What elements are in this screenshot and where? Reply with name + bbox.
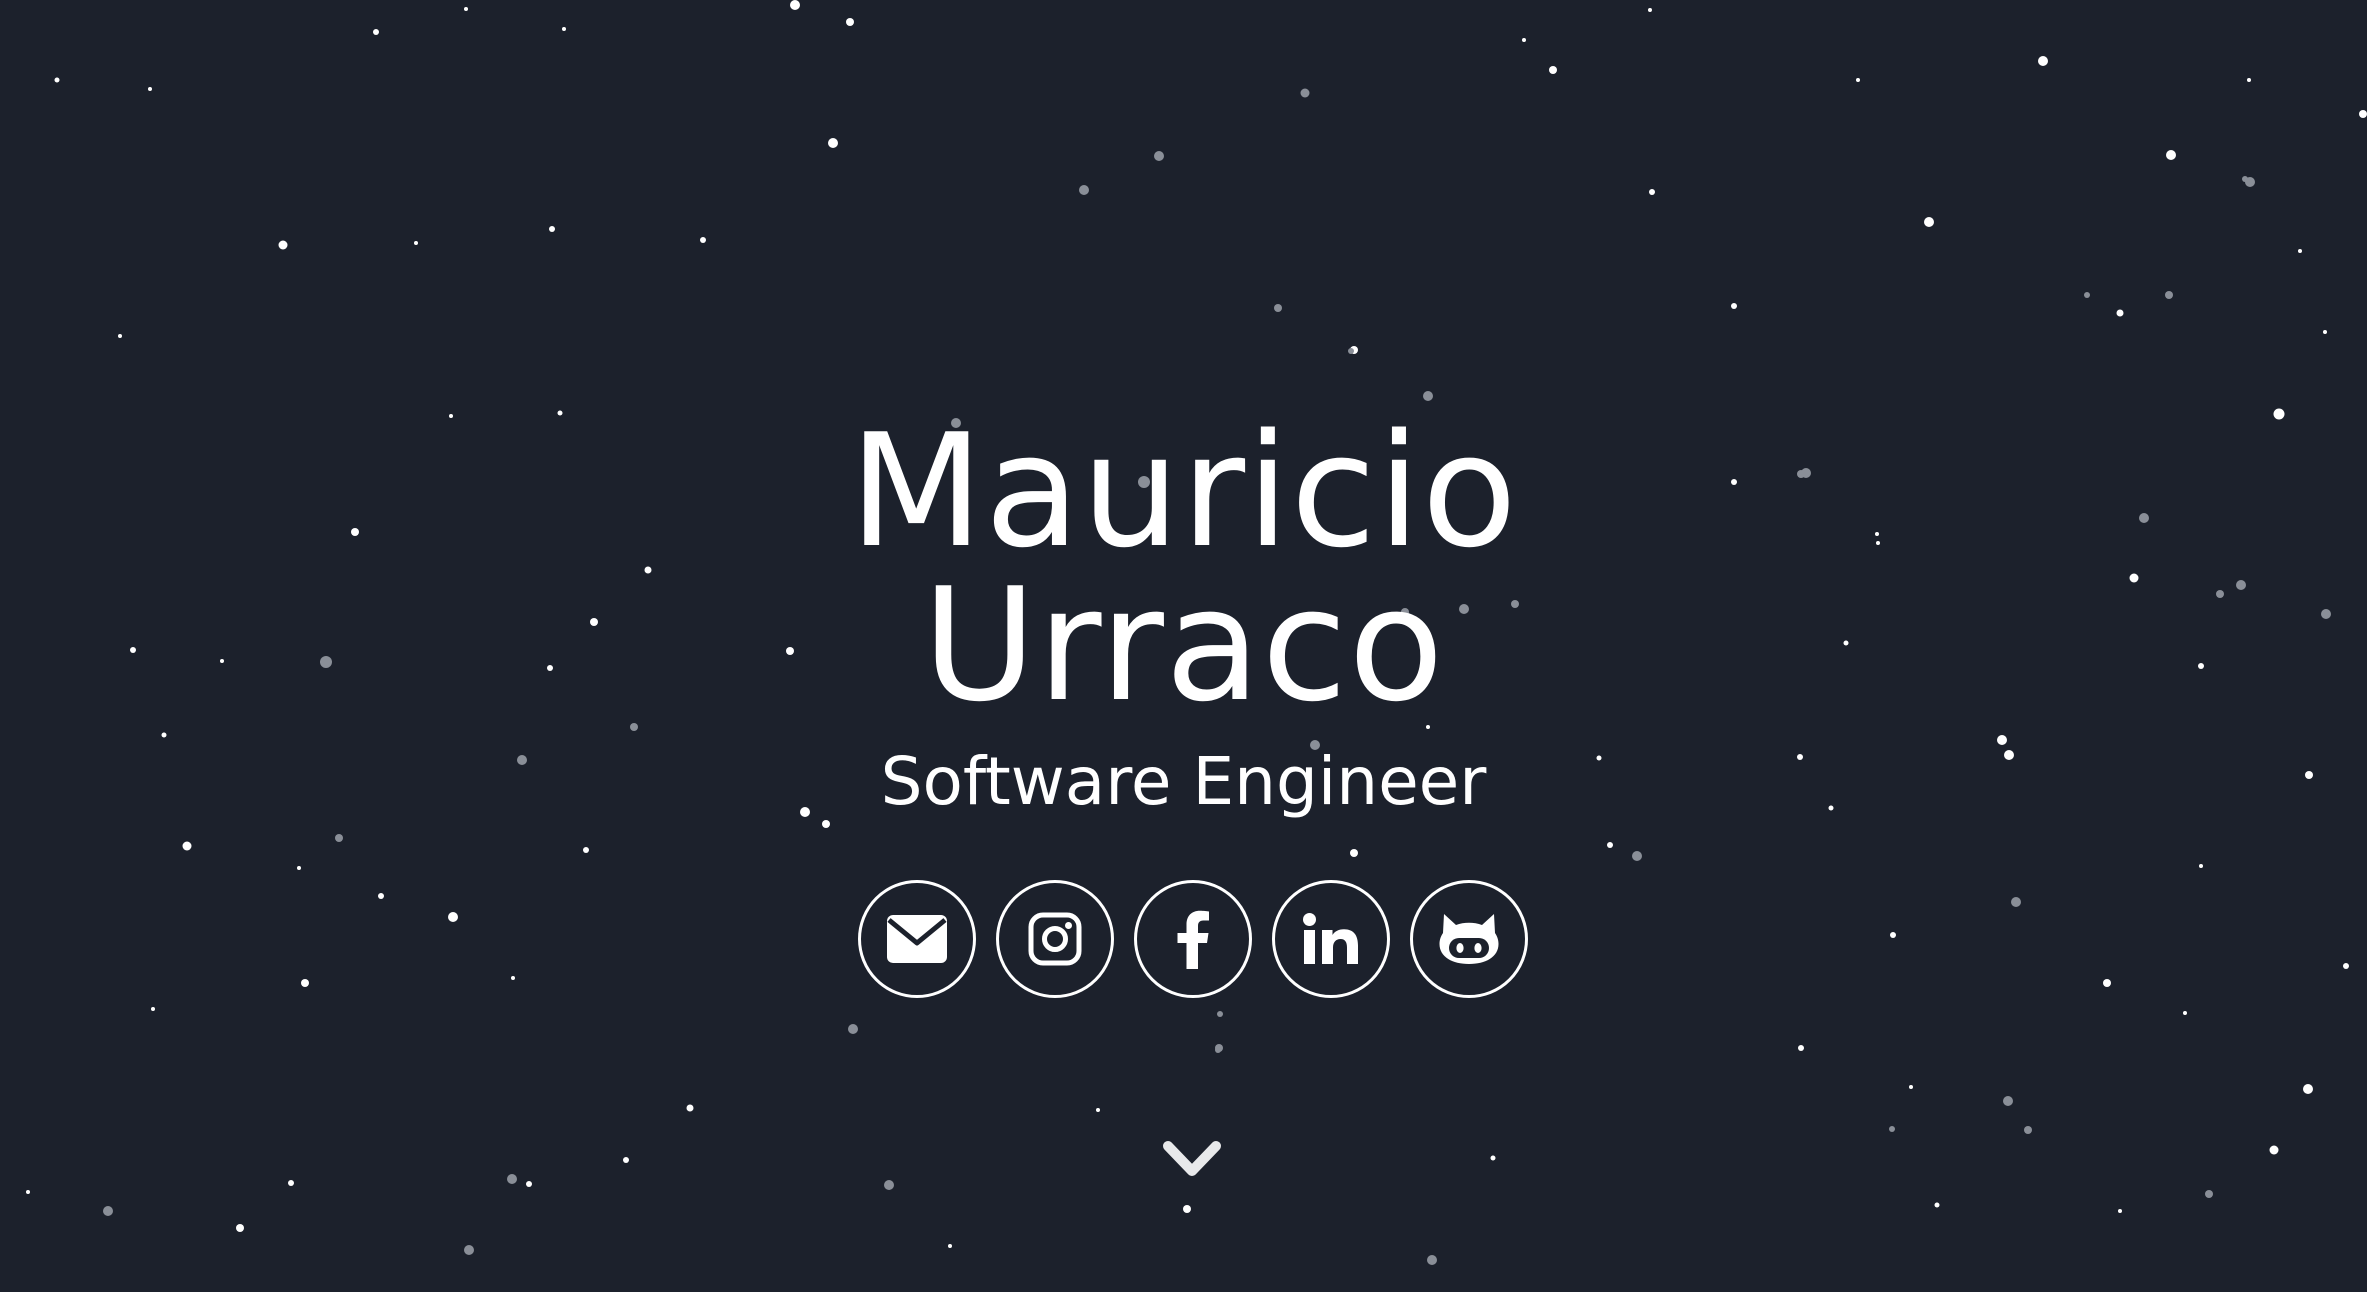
hero-job-title: Software Engineer — [880, 743, 1487, 820]
github-button[interactable] — [1410, 880, 1528, 998]
envelope-icon — [887, 915, 947, 963]
hero-name: Mauricio Urraco — [0, 400, 2367, 736]
social-links — [858, 880, 1528, 998]
github-icon — [1439, 914, 1499, 964]
instagram-button[interactable] — [996, 880, 1114, 998]
hero-name-first: Mauricio — [848, 400, 1519, 582]
instagram-icon — [1028, 912, 1082, 966]
hero-section: Mauricio Urraco Software Engineer — [0, 0, 2367, 1292]
email-button[interactable] — [858, 880, 976, 998]
linkedin-button[interactable] — [1272, 880, 1390, 998]
facebook-icon — [1177, 910, 1209, 969]
hero-name-last: Urraco — [922, 554, 1445, 736]
facebook-button[interactable] — [1134, 880, 1252, 998]
linkedin-icon — [1303, 913, 1358, 964]
chevron-down-icon — [1163, 1141, 1221, 1176]
scroll-down-button[interactable] — [1160, 1138, 1224, 1182]
